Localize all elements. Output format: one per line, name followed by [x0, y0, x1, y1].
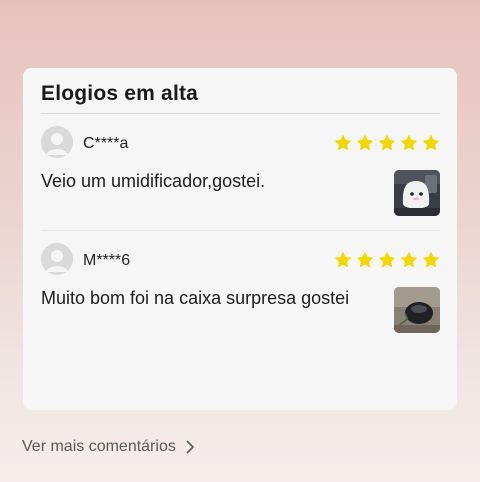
humidifier-photo-icon	[394, 170, 440, 216]
mouse-photo-icon	[394, 287, 440, 333]
review-item: M****6 Muito bom foi na caixa surpresa g…	[41, 243, 440, 343]
star-icon	[423, 135, 439, 151]
avatar	[41, 126, 73, 158]
review-photo-thumbnail[interactable]	[394, 287, 440, 333]
review-item: C****a Veio um umidificador,gostei.	[41, 126, 440, 226]
star-icon	[401, 252, 417, 268]
avatar	[41, 243, 73, 275]
see-more-label: Ver mais comentários	[22, 438, 176, 455]
star-icon	[335, 135, 351, 151]
chevron-right-icon	[186, 440, 194, 454]
reviews-card: Elogios em alta C****a Veio um umidifica…	[23, 68, 457, 410]
section-title: Elogios em alta	[41, 82, 199, 105]
user-placeholder-icon	[41, 243, 73, 275]
star-icon	[357, 252, 373, 268]
star-icon	[401, 135, 417, 151]
star-rating	[334, 134, 440, 152]
review-text: Muito bom foi na caixa surpresa gostei	[41, 288, 350, 308]
see-more-comments-link[interactable]: Ver mais comentários	[22, 438, 195, 456]
reviewer-name: C****a	[83, 135, 129, 152]
star-icon	[379, 135, 395, 151]
review-photo-thumbnail[interactable]	[394, 170, 440, 216]
star-icon	[423, 252, 439, 268]
star-icon	[379, 252, 395, 268]
star-rating	[334, 251, 440, 269]
star-icon	[357, 135, 373, 151]
star-icon	[335, 252, 351, 268]
title-divider	[41, 113, 440, 114]
review-divider	[41, 230, 440, 231]
reviewer-name: M****6	[83, 252, 131, 269]
user-placeholder-icon	[41, 126, 73, 158]
review-text: Veio um umidificador,gostei.	[41, 171, 266, 191]
